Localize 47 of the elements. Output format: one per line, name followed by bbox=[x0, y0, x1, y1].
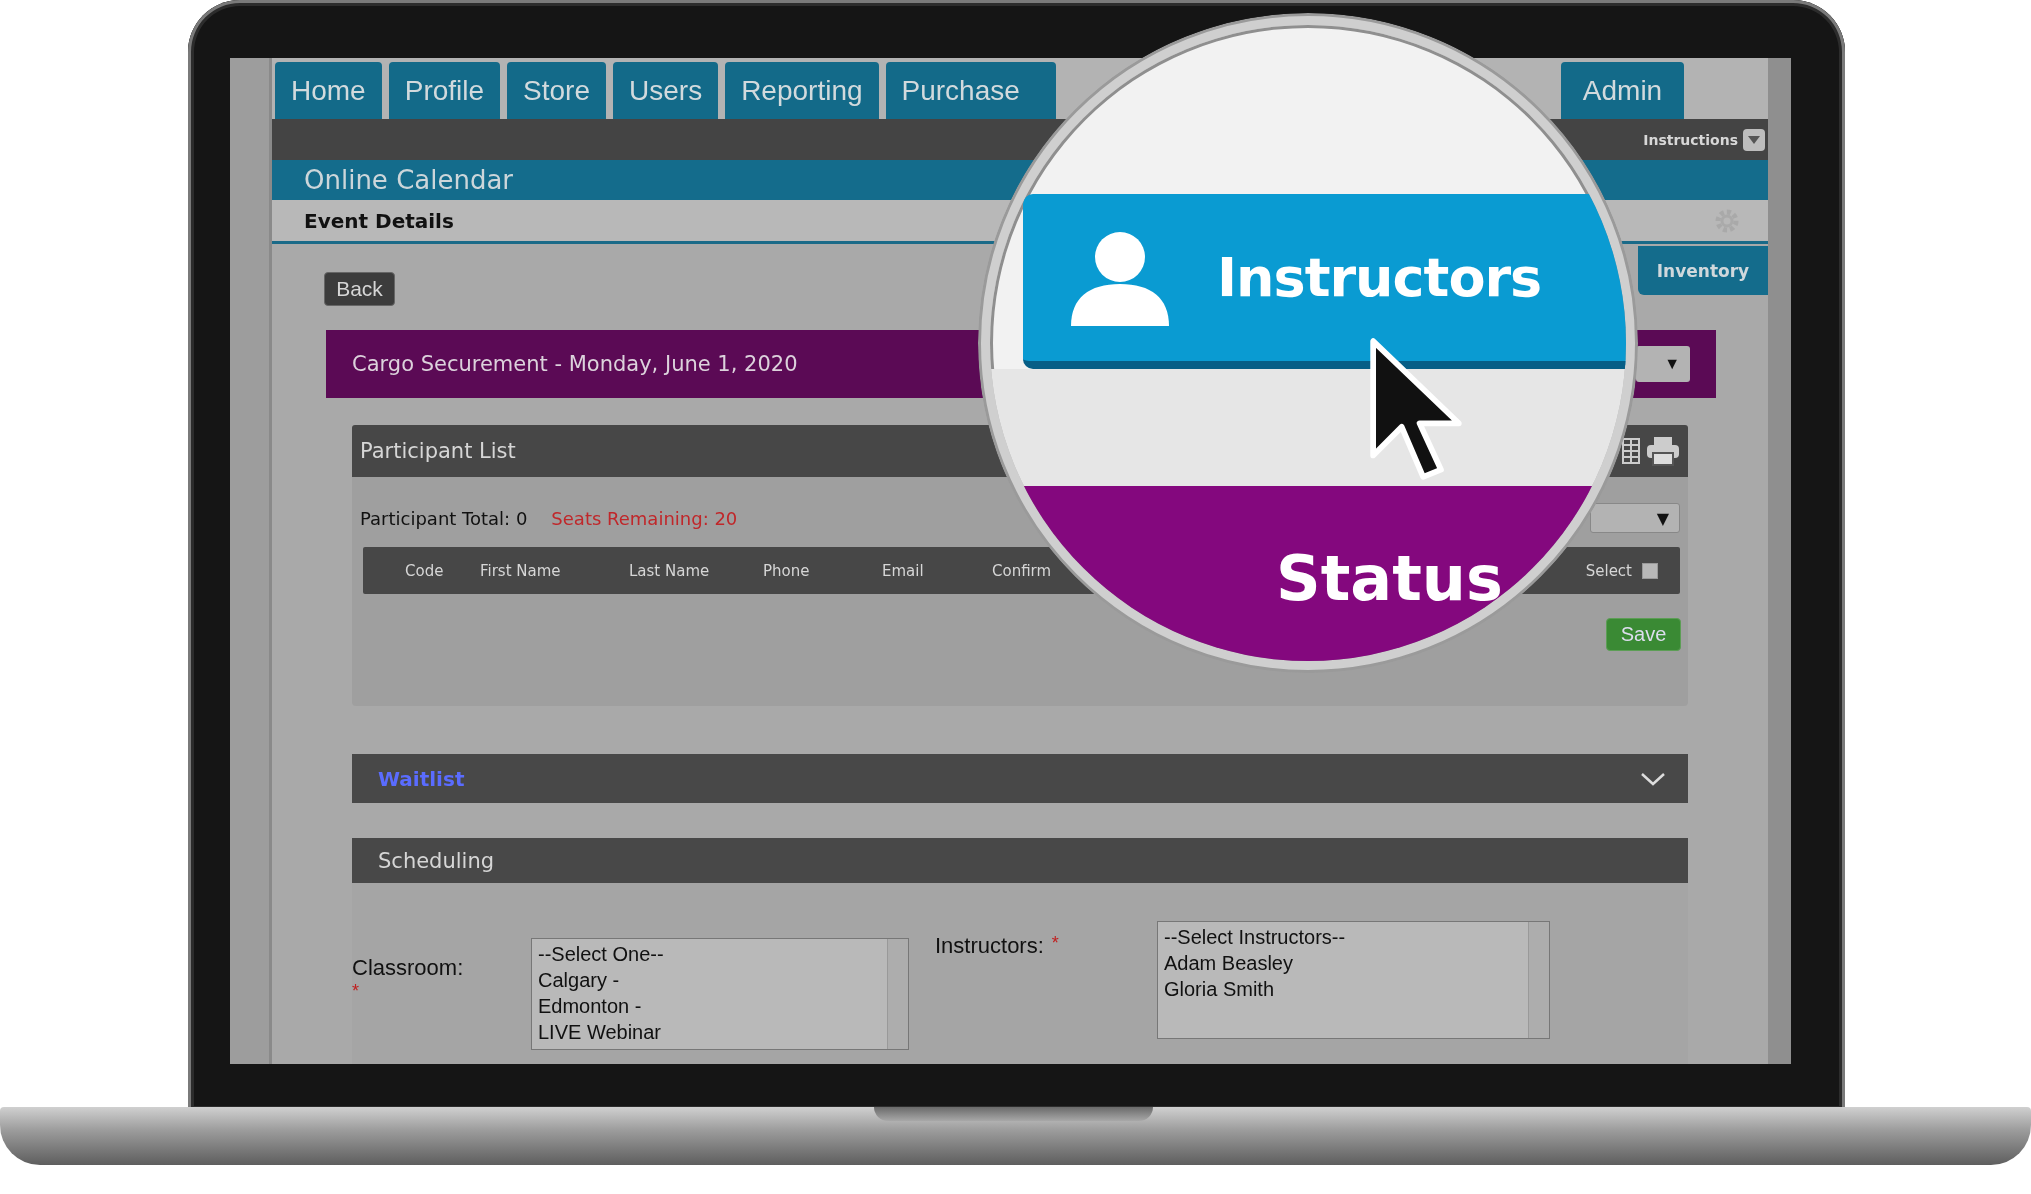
scrollbar[interactable] bbox=[1528, 922, 1549, 1038]
participant-total: Participant Total: 0 bbox=[360, 507, 528, 529]
list-option[interactable]: LIVE Webinar bbox=[538, 1019, 881, 1045]
caret-icon bbox=[1748, 135, 1760, 144]
column-header: First Name bbox=[480, 561, 562, 580]
status-label: Status bbox=[1276, 542, 1503, 615]
spreadsheet-icon[interactable] bbox=[1622, 438, 1640, 464]
list-option[interactable]: Calgary - bbox=[538, 967, 881, 993]
section-title: Event Details bbox=[304, 208, 454, 233]
seats-remaining: Seats Remaining: 20 bbox=[551, 507, 738, 529]
column-header: Confirm bbox=[992, 561, 1053, 580]
list-option[interactable]: Edmonton - bbox=[538, 993, 881, 1019]
nav-tab[interactable]: Admin bbox=[1561, 62, 1684, 119]
column-header: Phone bbox=[763, 561, 811, 580]
list-option[interactable]: --Select One-- bbox=[538, 941, 881, 967]
instructors-listbox[interactable]: --Select Instructors-- Adam Beasley Gloria Smith bbox=[1157, 921, 1550, 1039]
inventory-tab[interactable]: Inventory bbox=[1638, 246, 1768, 295]
panel-title: Participant List bbox=[360, 439, 516, 463]
list-option[interactable]: Adam Beasley bbox=[1164, 950, 1522, 976]
required-mark: * bbox=[1051, 933, 1059, 954]
nav-tab[interactable]: Store bbox=[507, 62, 606, 119]
event-title: Cargo Securement - Monday, June 1, 2020 bbox=[352, 352, 798, 376]
chevron-icon[interactable] bbox=[1640, 771, 1666, 786]
list-option[interactable]: Gloria Smith bbox=[1164, 976, 1522, 1002]
column-header: Select bbox=[1585, 561, 1632, 580]
nav-tab[interactable]: Profile bbox=[388, 62, 501, 119]
column-header: Email bbox=[882, 561, 925, 580]
column-header: Code bbox=[405, 561, 445, 580]
classroom-listbox[interactable]: --Select One-- Calgary - Edmonton - LIVE Webinar bbox=[531, 938, 909, 1050]
back-button[interactable]: Back bbox=[324, 272, 395, 306]
printer-icon[interactable] bbox=[1646, 436, 1680, 466]
field-label: Classroom: bbox=[352, 955, 465, 981]
field-label: Instructors: bbox=[935, 933, 1044, 959]
list-option[interactable]: --Select Instructors-- bbox=[1164, 924, 1522, 950]
scheduling-title: Scheduling bbox=[378, 848, 495, 873]
nav-tab[interactable]: Home bbox=[275, 62, 382, 119]
column-header: Last Name bbox=[629, 561, 711, 580]
waitlist-title: Waitlist bbox=[378, 766, 465, 791]
filter-dropdown[interactable]: ▼ bbox=[1590, 503, 1680, 533]
nav-tab[interactable]: Purchase bbox=[885, 62, 1056, 119]
required-mark: * bbox=[352, 981, 360, 1002]
select-all-checkbox[interactable] bbox=[1642, 562, 1658, 579]
nav-tab[interactable]: Users bbox=[613, 62, 719, 119]
nav-tab[interactable]: Reporting bbox=[725, 62, 879, 119]
status-dropdown[interactable]: ▼ bbox=[1636, 346, 1690, 382]
scrollbar[interactable] bbox=[887, 939, 908, 1049]
instructions-button[interactable]: Instructions bbox=[1643, 128, 1765, 151]
